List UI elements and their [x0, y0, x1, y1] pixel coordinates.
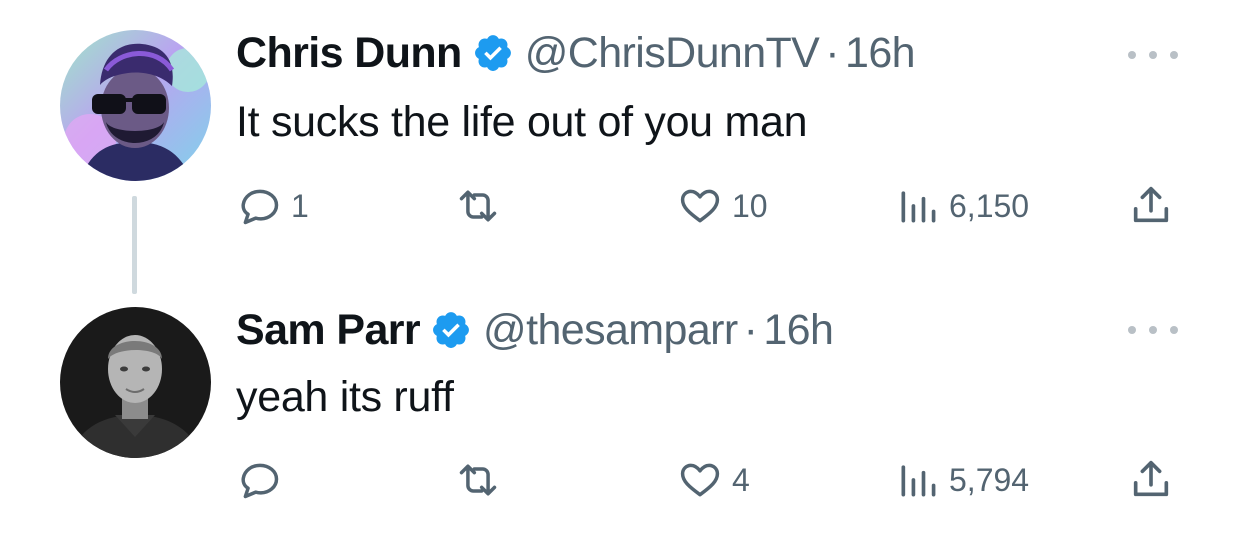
- share-button[interactable]: [1128, 182, 1174, 228]
- thread-connector-line: [132, 196, 137, 294]
- views-icon: [896, 458, 940, 502]
- separator-dot: ·: [825, 28, 839, 77]
- handle[interactable]: @thesamparr: [483, 306, 738, 355]
- tweet-text: yeah its ruff: [236, 373, 454, 421]
- tweet-header: Sam Parr @thesamparr · 16h: [236, 305, 834, 355]
- avatar[interactable]: [60, 30, 211, 181]
- separator-dot: ·: [743, 305, 758, 354]
- share-icon: [1128, 456, 1174, 502]
- reply-count: 1: [291, 187, 309, 224]
- like-icon: [677, 458, 723, 502]
- share-button[interactable]: [1128, 456, 1174, 502]
- repost-icon: [455, 458, 501, 502]
- reply-button[interactable]: 1: [238, 184, 309, 228]
- tweet-text: It sucks the life out of you man: [236, 98, 808, 146]
- repost-icon: [455, 184, 501, 228]
- views-button[interactable]: 5,794: [896, 458, 1029, 502]
- tweet-header: Chris Dunn @ChrisDunnTV · 16h: [236, 28, 916, 78]
- like-count: 10: [732, 187, 768, 224]
- handle[interactable]: @ChrisDunnTV: [525, 29, 820, 78]
- display-name[interactable]: Sam Parr: [236, 306, 421, 355]
- display-name[interactable]: Chris Dunn: [236, 29, 462, 78]
- share-icon: [1128, 182, 1174, 228]
- like-count: 4: [732, 461, 750, 498]
- repost-button[interactable]: [455, 458, 501, 502]
- more-icon[interactable]: [1128, 320, 1178, 340]
- timestamp[interactable]: 16h: [763, 306, 834, 355]
- views-button[interactable]: 6,150: [896, 184, 1029, 228]
- repost-button[interactable]: [455, 184, 501, 228]
- reply-icon: [238, 458, 282, 502]
- timestamp[interactable]: 16h: [845, 29, 916, 78]
- reply-icon: [238, 184, 282, 228]
- avatar[interactable]: [60, 307, 211, 458]
- views-icon: [896, 184, 940, 228]
- view-count: 5,794: [949, 461, 1030, 498]
- verified-badge-icon[interactable]: [430, 309, 472, 351]
- reply-button[interactable]: [238, 458, 291, 502]
- verified-badge-icon[interactable]: [472, 32, 514, 74]
- like-icon: [677, 184, 723, 228]
- view-count: 6,150: [949, 187, 1030, 224]
- more-icon[interactable]: [1128, 45, 1178, 65]
- like-button[interactable]: 10: [677, 184, 768, 228]
- like-button[interactable]: 4: [677, 458, 750, 502]
